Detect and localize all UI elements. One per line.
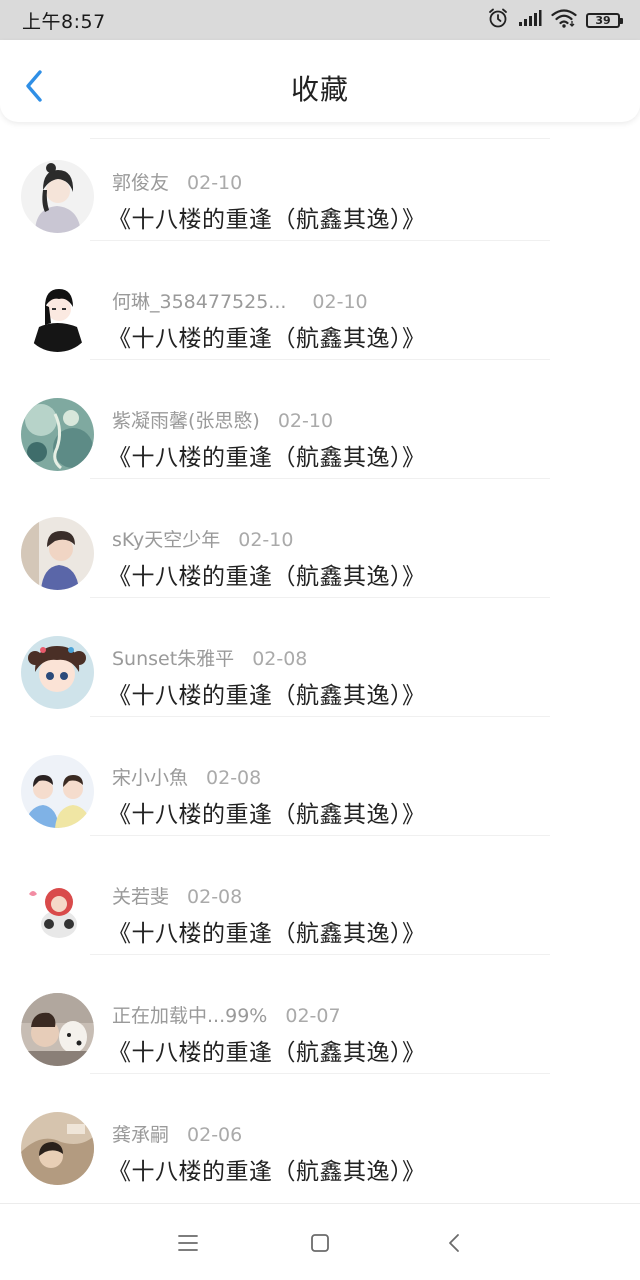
date-label: 02-10	[277, 410, 334, 432]
wifi-icon	[551, 8, 577, 32]
date-label: 02-08	[187, 886, 243, 908]
header: 收藏	[0, 40, 640, 122]
item-title: 《十八楼的重逢（航鑫其逸）》	[108, 802, 426, 828]
signal-icon	[518, 9, 542, 31]
item-title: 《十八楼的重逢（航鑫其逸）》	[108, 564, 426, 590]
author-name: 何琳_358477525...	[112, 291, 287, 313]
battery-icon: 39	[586, 12, 623, 28]
author-name: Sunset朱雅平	[112, 648, 235, 670]
list-item[interactable]: 何琳_358477525... 02-10 《十八楼的重逢（航鑫其逸）》	[0, 241, 640, 360]
avatar	[21, 874, 94, 947]
list-item[interactable]: 正在加载中...99% 02-07 《十八楼的重逢（航鑫其逸）》	[0, 955, 640, 1074]
system-back-button[interactable]	[441, 1230, 467, 1256]
screen: 上午8:57 39 收藏 郭俊友 02-10 《十八楼的重逢（航鑫其逸）》 何琳…	[0, 0, 640, 1280]
avatar	[21, 755, 94, 828]
date-label: 02-10	[238, 529, 294, 551]
list-item[interactable]: 龚承嗣 02-06 《十八楼的重逢（航鑫其逸）》	[0, 1074, 640, 1193]
home-button[interactable]	[307, 1230, 333, 1256]
author-name: sKy天空少年	[112, 529, 221, 551]
home-square-icon	[311, 1234, 329, 1252]
status-icons: 39	[487, 7, 623, 33]
status-bar: 上午8:57 39	[0, 0, 640, 40]
author-line: 何琳_358477525... 02-10	[112, 287, 368, 314]
avatar	[21, 993, 94, 1066]
item-title: 《十八楼的重逢（航鑫其逸）》	[108, 1040, 426, 1066]
list-item[interactable]: 郭俊友 02-10 《十八楼的重逢（航鑫其逸）》	[0, 122, 640, 241]
date-label: 02-10	[187, 172, 243, 194]
date-label: 02-08	[252, 648, 308, 670]
avatar	[21, 398, 94, 471]
date-label: 02-08	[206, 767, 262, 789]
author-name: 紫凝雨馨(张思愍)	[112, 410, 260, 432]
menu-button[interactable]	[175, 1230, 201, 1256]
author-name: 龚承嗣	[112, 1124, 170, 1146]
battery-level: 39	[595, 13, 611, 27]
item-title: 《十八楼的重逢（航鑫其逸）》	[108, 326, 426, 352]
menu-icon	[178, 1235, 198, 1251]
author-line: sKy天空少年 02-10	[112, 525, 293, 552]
item-title: 《十八楼的重逢（航鑫其逸）》	[108, 1159, 426, 1185]
list-item[interactable]: sKy天空少年 02-10 《十八楼的重逢（航鑫其逸）》	[0, 479, 640, 598]
author-line: 郭俊友 02-10	[112, 168, 242, 195]
author-line: 正在加载中...99% 02-07	[112, 1001, 341, 1028]
item-title: 《十八楼的重逢（航鑫其逸）》	[108, 683, 426, 709]
status-time: 上午8:57	[22, 11, 106, 33]
author-name: 宋小小魚	[112, 767, 189, 789]
date-label: 02-10	[312, 291, 368, 313]
item-title: 《十八楼的重逢（航鑫其逸）》	[108, 207, 426, 233]
author-line: 龚承嗣 02-06	[112, 1120, 242, 1147]
date-label: 02-07	[285, 1005, 341, 1027]
author-name: 郭俊友	[112, 172, 170, 194]
system-nav-bar	[0, 1203, 640, 1280]
author-line: 紫凝雨馨(张思愍) 02-10	[112, 406, 333, 433]
author-name: 正在加载中...99%	[112, 1005, 268, 1027]
item-title: 《十八楼的重逢（航鑫其逸）》	[108, 445, 426, 471]
avatar	[21, 636, 94, 709]
page-title: 收藏	[290, 73, 349, 106]
author-name: 关若斐	[112, 886, 170, 908]
author-line: 宋小小魚 02-08	[112, 763, 261, 790]
favorites-list: 郭俊友 02-10 《十八楼的重逢（航鑫其逸）》 何琳_358477525... 0	[0, 122, 640, 1202]
avatar	[21, 160, 94, 233]
list-item[interactable]: 关若斐 02-08 《十八楼的重逢（航鑫其逸）》	[0, 836, 640, 955]
author-line: 关若斐 02-08	[112, 882, 242, 909]
avatar	[21, 517, 94, 590]
avatar	[21, 1112, 94, 1185]
date-label: 02-06	[187, 1124, 243, 1146]
alarm-icon	[487, 7, 509, 33]
list-item[interactable]: 紫凝雨馨(张思愍) 02-10 《十八楼的重逢（航鑫其逸）》	[0, 360, 640, 479]
avatar	[21, 279, 94, 352]
list-item[interactable]: Sunset朱雅平 02-08 《十八楼的重逢（航鑫其逸）》	[0, 598, 640, 717]
list-item[interactable]: 宋小小魚 02-08 《十八楼的重逢（航鑫其逸）》	[0, 717, 640, 836]
back-triangle-icon	[449, 1234, 459, 1252]
item-title: 《十八楼的重逢（航鑫其逸）》	[108, 921, 426, 947]
author-line: Sunset朱雅平 02-08	[112, 644, 307, 671]
